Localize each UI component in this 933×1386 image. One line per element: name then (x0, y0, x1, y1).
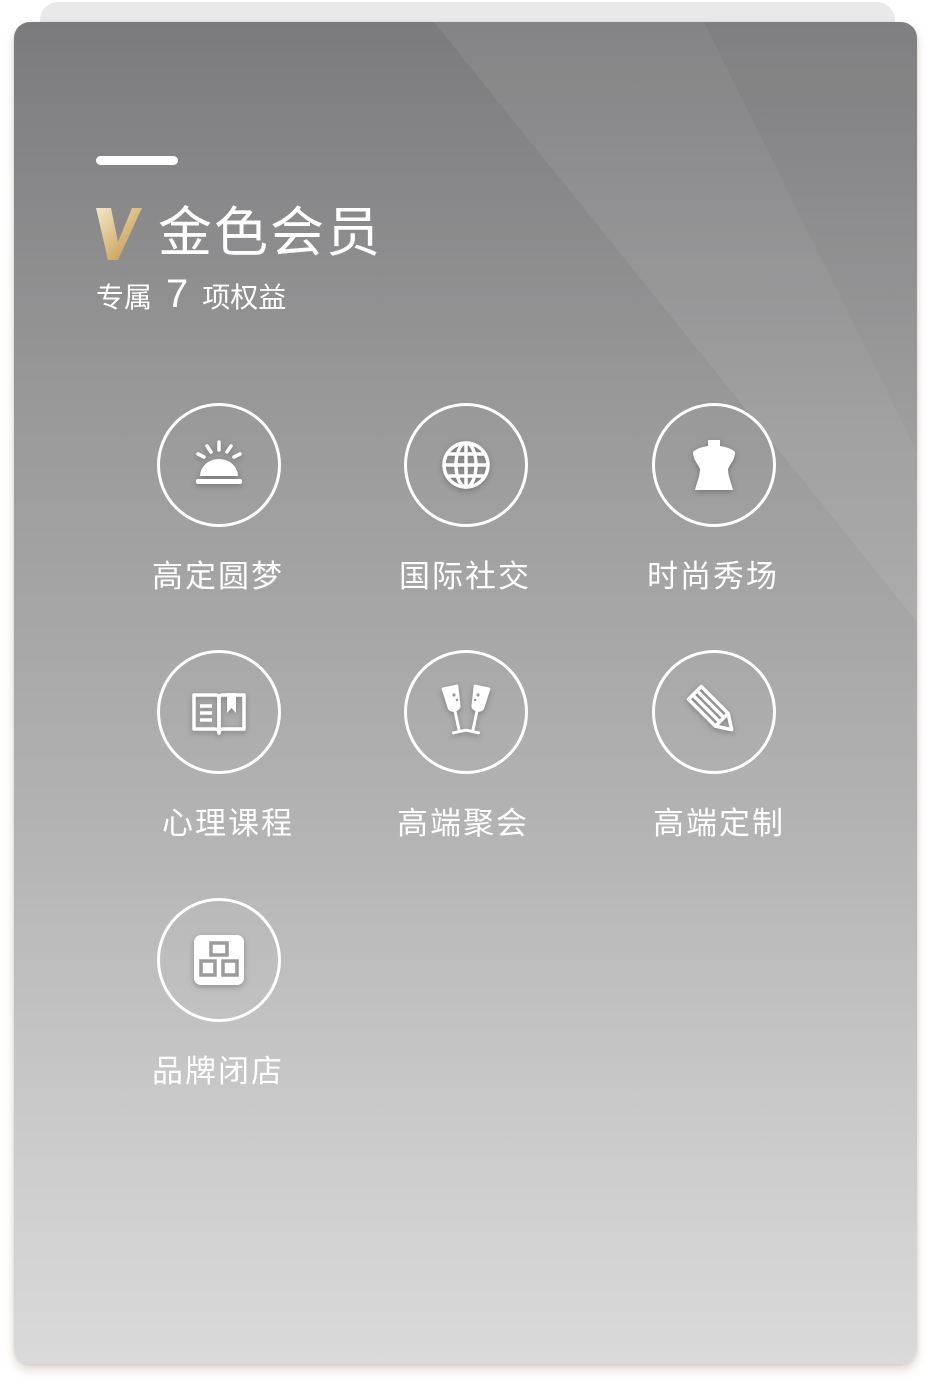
benefit-icon-circle (652, 650, 776, 774)
card-sheen (434, 22, 917, 622)
benefit-icon-circle (652, 403, 776, 527)
card-title-row: 金色会员 (94, 200, 382, 266)
benefit-icon-circle (404, 403, 528, 527)
membership-title: 金色会员 (158, 201, 382, 264)
benefit-label: 国际社交 (399, 559, 531, 595)
subtitle-prefix: 专属 (96, 281, 153, 314)
benefit-count: 7 (166, 272, 189, 316)
benefit-icon-circle (157, 650, 281, 774)
globe-icon (442, 441, 490, 489)
benefit-icon-circle (157, 898, 281, 1022)
store-icon (194, 935, 244, 985)
champagne-glasses-icon (441, 684, 491, 735)
benefit-label: 心理课程 (162, 806, 294, 842)
benefit-label: 高端聚会 (397, 806, 529, 842)
subtitle-suffix: 项权益 (202, 281, 287, 314)
book-icon (192, 693, 246, 735)
mannequin-icon (693, 440, 735, 490)
benefit-label: 高端定制 (653, 806, 785, 842)
service-bell-icon (196, 440, 242, 484)
gold-membership-card: 金色会员 专属 7 项权益 高定圆梦 国际社交 时尚秀场 心理课程 高端聚会 高… (14, 22, 917, 1364)
pencil-icon (686, 684, 734, 732)
benefit-label: 品牌闭店 (152, 1054, 284, 1090)
benefit-label: 时尚秀场 (647, 559, 779, 595)
accent-bar (96, 156, 178, 165)
benefit-summary: 专属 7 项权益 (96, 272, 286, 317)
benefit-icon-circle (404, 650, 528, 774)
benefit-label: 高定圆梦 (152, 559, 284, 595)
benefit-icon-circle (157, 403, 281, 527)
v-badge-icon (96, 208, 142, 260)
